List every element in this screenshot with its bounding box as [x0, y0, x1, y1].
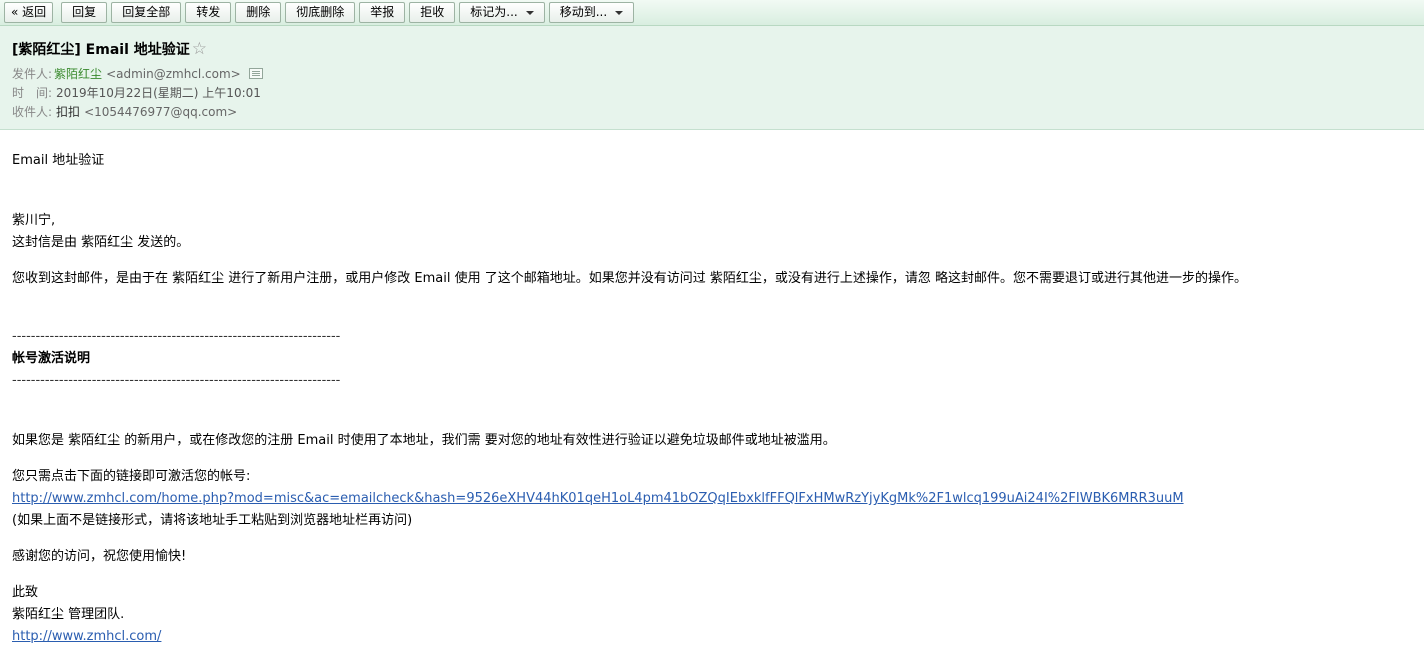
time-row: 时 间: 2019年10月22日(星期二) 上午10:01: [12, 83, 1412, 102]
time-value: 2019年10月22日(星期二) 上午10:01: [56, 86, 261, 100]
time-label: 时 间:: [12, 86, 53, 100]
delete-forever-button[interactable]: 彻底删除: [285, 2, 356, 23]
contact-card-icon[interactable]: [248, 68, 263, 79]
forward-button[interactable]: 转发: [185, 2, 232, 23]
move-to-label: 移动到...: [559, 5, 608, 19]
click-prompt: 您只需点击下面的链接即可激活您的帐号:: [12, 469, 251, 484]
section-title: 帐号激活说明: [12, 351, 91, 366]
mark-as-label: 标记为...: [470, 5, 518, 19]
team-signature: 紫陌红尘 管理团队.: [12, 607, 125, 622]
sender-name[interactable]: 紫陌红尘: [54, 65, 102, 82]
star-icon[interactable]: ☆: [192, 39, 207, 59]
reject-button[interactable]: 拒收: [409, 2, 456, 23]
sent-by: 这封信是由 紫陌红尘 发送的。: [12, 235, 190, 250]
recipient-email: <1054476977@qq.com>: [84, 104, 238, 119]
activation-link[interactable]: http://www.zmhcl.com/home.php?mod=misc&a…: [12, 491, 1184, 506]
mark-as-dropdown[interactable]: 标记为...: [459, 2, 545, 23]
site-link[interactable]: http://www.zmhcl.com/: [12, 629, 161, 644]
thanks-text: 感谢您的访问，祝您使用愉快!: [12, 549, 187, 564]
move-to-dropdown[interactable]: 移动到...: [548, 2, 635, 23]
separator-top: ----------------------------------------…: [12, 329, 341, 344]
copy-hint: (如果上面不是链接形式，请将该地址手工粘贴到浏览器地址栏再访问): [12, 513, 413, 528]
reply-button[interactable]: 回复: [61, 2, 108, 23]
back-button[interactable]: « 返回: [4, 2, 54, 23]
reply-all-button[interactable]: 回复全部: [111, 2, 182, 23]
from-row: 发件人: 紫陌红尘 <admin@zmhcl.com>: [12, 64, 1412, 83]
from-label: 发件人:: [12, 67, 53, 81]
greeting: 紫川宁,: [12, 213, 56, 228]
delete-button[interactable]: 删除: [235, 2, 282, 23]
separator-bottom: ----------------------------------------…: [12, 373, 341, 388]
to-row: 收件人: 扣扣 <1054476977@qq.com>: [12, 102, 1412, 121]
subject-text: [紫陌红尘] Email 地址验证: [12, 42, 190, 58]
body-title: Email 地址验证: [12, 153, 105, 168]
mail-header: [紫陌红尘] Email 地址验证 ☆ 发件人: 紫陌红尘 <admin@zmh…: [0, 26, 1424, 130]
to-label: 收件人:: [12, 105, 53, 119]
mail-toolbar: « 返回 回复 回复全部 转发 删除 彻底删除 举报 拒收 标记为... 移动到…: [0, 0, 1424, 26]
instruction-paragraph: 如果您是 紫陌红尘 的新用户，或在修改您的注册 Email 时使用了本地址，我们…: [12, 433, 836, 448]
chevron-down-icon: [525, 10, 534, 15]
mail-subject: [紫陌红尘] Email 地址验证 ☆: [12, 39, 1412, 59]
reason-paragraph: 您收到这封邮件，是由于在 紫陌红尘 进行了新用户注册，或用户修改 Email 使…: [12, 271, 1247, 286]
recipient-name: 扣扣: [56, 105, 81, 119]
mail-body: Email 地址验证 紫川宁, 这封信是由 紫陌红尘 发送的。 您收到这封邮件，…: [0, 130, 1424, 648]
sender-email: <admin@zmhcl.com>: [106, 66, 241, 81]
report-button[interactable]: 举报: [359, 2, 406, 23]
closing-text: 此致: [12, 585, 39, 600]
chevron-down-icon: [615, 10, 624, 15]
